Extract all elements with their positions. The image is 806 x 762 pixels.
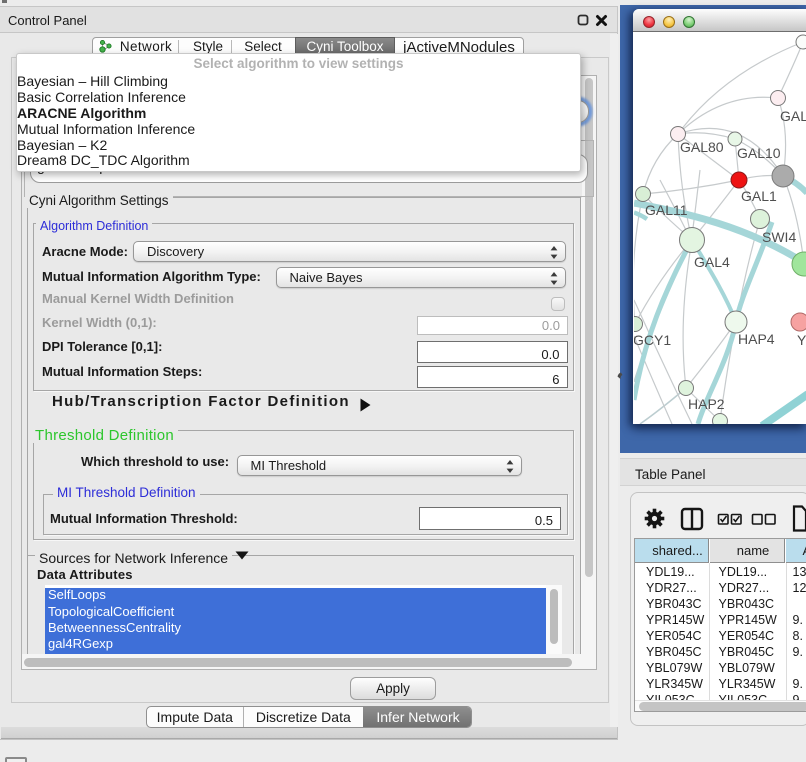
svg-text:GAL10: GAL10 [737,145,781,161]
svg-text:SWI4: SWI4 [762,229,796,245]
svg-text:GAL11: GAL11 [645,202,688,218]
svg-text:HAP4: HAP4 [738,331,775,347]
svg-text:GAL2: GAL2 [780,108,806,124]
svg-text:HAP2: HAP2 [688,396,725,412]
svg-text:GAL4: GAL4 [694,254,730,270]
svg-text:GCY1: GCY1 [634,332,671,348]
svg-text:YM: YM [797,332,806,348]
svg-text:GAL1: GAL1 [741,188,777,204]
svg-text:GAL80: GAL80 [680,139,724,155]
